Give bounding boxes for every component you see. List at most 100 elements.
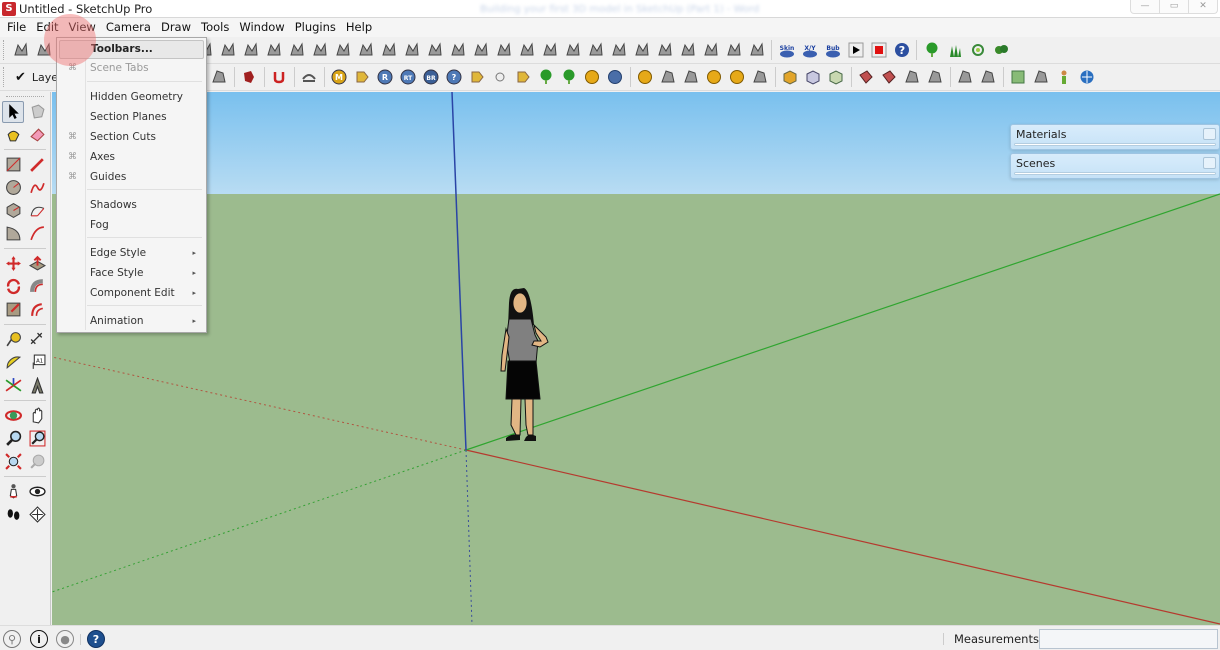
extrude-button[interactable] xyxy=(239,39,262,62)
star-button[interactable] xyxy=(208,66,231,89)
cube-button[interactable] xyxy=(924,66,947,89)
pan-tool-button[interactable] xyxy=(26,405,48,427)
credits-icon[interactable]: i xyxy=(30,630,48,648)
frame-button[interactable] xyxy=(515,39,538,62)
zoom-extents-tool-button[interactable] xyxy=(2,451,24,473)
offset-tool-button[interactable] xyxy=(26,299,48,321)
zoom-tool-button[interactable] xyxy=(2,428,24,450)
toolbar-grip[interactable] xyxy=(3,67,6,87)
question-button[interactable]: ? xyxy=(443,66,466,89)
drawing-viewport[interactable]: Materials Scenes xyxy=(52,92,1220,625)
person-button[interactable] xyxy=(1053,66,1076,89)
slats-button[interactable] xyxy=(699,39,722,62)
rotate-tool-button[interactable] xyxy=(2,276,24,298)
joint3-button[interactable] xyxy=(446,39,469,62)
grid-button[interactable] xyxy=(262,39,285,62)
view-menu-item-section-cuts[interactable]: ⌘ Section Cuts xyxy=(59,128,204,147)
menu-window[interactable]: Window xyxy=(234,18,289,37)
materials-tray-toggle[interactable] xyxy=(1203,128,1216,140)
view-menu-item-hidden-geometry[interactable]: Hidden Geometry xyxy=(59,88,204,107)
play-button[interactable] xyxy=(844,39,867,62)
pie-tool-button[interactable] xyxy=(2,223,24,245)
eraser-tool-button[interactable] xyxy=(26,124,48,146)
hat-button[interactable] xyxy=(749,66,772,89)
zoom-window-tool-button[interactable] xyxy=(26,428,48,450)
columns-button[interactable] xyxy=(630,39,653,62)
stairs-button[interactable] xyxy=(354,39,377,62)
push-pull-tool-button[interactable] xyxy=(26,253,48,275)
menu-view[interactable]: View xyxy=(64,18,101,37)
bell-button[interactable] xyxy=(657,66,680,89)
select-tool-button[interactable] xyxy=(2,100,24,123)
view-menu-item-scene-tabs[interactable]: ⌘ Scene Tabs xyxy=(59,59,204,78)
cushion-button[interactable] xyxy=(745,39,768,62)
freehand-tool-button[interactable] xyxy=(26,177,48,199)
menu-plugins[interactable]: Plugins xyxy=(290,18,341,37)
orbit-tool-button[interactable] xyxy=(2,405,24,427)
sandbox-button[interactable] xyxy=(238,66,261,89)
circle-tool-button[interactable] xyxy=(2,177,24,199)
pause-button[interactable] xyxy=(604,66,627,89)
arc-tool-button[interactable] xyxy=(26,200,48,222)
tag-button[interactable] xyxy=(351,66,374,89)
cone-button[interactable] xyxy=(216,39,239,62)
menu-file[interactable]: File xyxy=(2,18,31,37)
yellow-ball-button[interactable] xyxy=(634,66,657,89)
rails-button[interactable] xyxy=(492,39,515,62)
dimension-tool-button[interactable] xyxy=(26,329,48,351)
spiral-button[interactable] xyxy=(676,39,699,62)
dot-button[interactable] xyxy=(489,66,512,89)
scale-tool-button[interactable] xyxy=(2,299,24,321)
menu-edit[interactable]: Edit xyxy=(31,18,63,37)
tape-measure-tool-button[interactable] xyxy=(2,329,24,351)
line-tool-button[interactable] xyxy=(26,154,48,176)
section-plane-tool-button[interactable] xyxy=(26,504,48,526)
follow-me-tool-button[interactable] xyxy=(26,276,48,298)
3d-text-tool-button[interactable] xyxy=(26,375,48,397)
bush-button[interactable] xyxy=(989,39,1012,62)
half-dome-button[interactable] xyxy=(703,66,726,89)
axes-tool-button[interactable] xyxy=(2,375,24,397)
flag-button[interactable] xyxy=(680,66,703,89)
materials-tray[interactable]: Materials xyxy=(1010,124,1220,150)
close-button[interactable]: ✕ xyxy=(1189,0,1217,13)
cut-button[interactable] xyxy=(977,66,1000,89)
view-menu-item-edge-style[interactable]: Edge Style ▸ xyxy=(59,244,204,263)
landscape-button[interactable] xyxy=(535,66,558,89)
help-button[interactable]: ? xyxy=(890,39,913,62)
menu-help[interactable]: Help xyxy=(341,18,377,37)
globe-button[interactable] xyxy=(1076,66,1099,89)
br-button[interactable]: BR xyxy=(420,66,443,89)
tag2-button[interactable] xyxy=(466,66,489,89)
arc-bridge-button[interactable] xyxy=(298,66,321,89)
magnet-button[interactable] xyxy=(268,66,291,89)
view-menu-item-guides[interactable]: ⌘ Guides xyxy=(59,168,204,187)
rotated-rectangle-button[interactable] xyxy=(9,39,32,62)
shrub-button[interactable] xyxy=(966,39,989,62)
measurements-input[interactable] xyxy=(1039,629,1218,649)
anchor-button[interactable] xyxy=(538,39,561,62)
protractor-tool-button[interactable] xyxy=(2,352,24,374)
target-button[interactable] xyxy=(581,66,604,89)
view-menu-item-component-edit[interactable]: Component Edit ▸ xyxy=(59,284,204,303)
insect-button[interactable] xyxy=(512,66,535,89)
menu-tools[interactable]: Tools xyxy=(196,18,234,37)
pyramid-button[interactable] xyxy=(901,66,924,89)
text-tool-button[interactable]: A1 xyxy=(26,352,48,374)
scenes-tray[interactable]: Scenes xyxy=(1010,153,1220,179)
face-red-button[interactable] xyxy=(855,66,878,89)
sweep-button[interactable] xyxy=(377,39,400,62)
view-menu-item-face-style[interactable]: Face Style ▸ xyxy=(59,264,204,283)
scale-figure[interactable] xyxy=(500,288,549,441)
minimize-button[interactable]: — xyxy=(1131,0,1160,13)
loft-button[interactable] xyxy=(308,39,331,62)
stop-button[interactable] xyxy=(867,39,890,62)
xy-button[interactable]: X/Y xyxy=(798,39,821,62)
toolbar-grip[interactable] xyxy=(3,40,6,60)
bub-button[interactable]: Bub xyxy=(821,39,844,62)
sphere-button[interactable] xyxy=(285,39,308,62)
rectangle-tool-button[interactable] xyxy=(2,154,24,176)
dome-button[interactable] xyxy=(469,39,492,62)
polygon-tool-button[interactable] xyxy=(2,200,24,222)
face-outline-button[interactable] xyxy=(878,66,901,89)
